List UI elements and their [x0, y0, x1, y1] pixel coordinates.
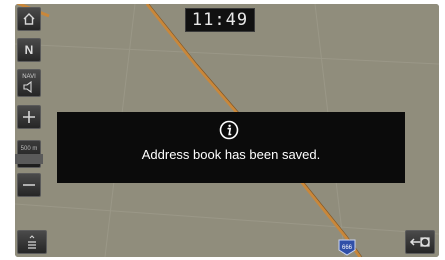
route-shield-icon: 666: [338, 239, 356, 256]
volume-button[interactable]: NAVI: [17, 69, 41, 97]
back-arrow-icon: [409, 237, 430, 247]
volume-label: NAVI: [22, 73, 36, 80]
minus-icon: [23, 184, 35, 186]
menu-button[interactable]: [17, 230, 47, 254]
route-shield-label: 666: [342, 245, 353, 251]
dialog-message: Address book has been saved.: [141, 147, 321, 162]
zoom-out-button[interactable]: [17, 173, 41, 197]
speaker-icon: [23, 80, 32, 93]
plus-icon: [23, 111, 35, 123]
clock-display: 11:49: [185, 8, 255, 32]
info-icon: [219, 120, 239, 140]
back-button[interactable]: [405, 230, 435, 254]
home-button[interactable]: [17, 7, 41, 31]
map-orientation-button[interactable]: N: [17, 38, 41, 62]
notification-dialog[interactable]: Address book has been saved.: [57, 112, 405, 183]
scale-label: 500 m: [20, 145, 38, 152]
map-scale-indicator: 500 m: [15, 140, 43, 168]
zoom-in-button[interactable]: [17, 105, 41, 129]
north-label: N: [24, 43, 34, 57]
home-icon: [23, 13, 35, 25]
menu-icon: [28, 235, 36, 249]
navigation-screen: 11:49 N NAVI 500 m 666 Address book has …: [15, 4, 439, 257]
scale-bar: [15, 153, 43, 164]
